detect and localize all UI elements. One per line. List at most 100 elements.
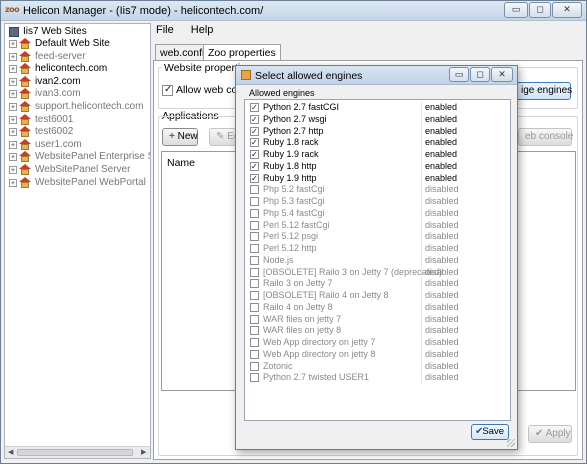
expand-icon[interactable]: + (9, 103, 17, 111)
engine-row[interactable]: Web App directory on jetty 7 disabled (245, 337, 510, 349)
engine-name: WAR files on jetty 7 (263, 313, 342, 324)
scrollbar-thumb[interactable] (17, 449, 133, 456)
engine-row[interactable]: Railo 4 on Jetty 8 disabled (245, 301, 510, 314)
engine-checkbox[interactable] (250, 373, 259, 383)
expand-icon[interactable]: + (9, 65, 17, 74)
engine-row[interactable]: Ruby 1.8 rack enabled (245, 137, 510, 149)
apply-button[interactable]: ✔ Apply (528, 425, 572, 443)
engine-row[interactable]: Perl 5.12 psgi disabled (245, 231, 510, 243)
engine-row[interactable]: WAR files on jetty 7 disabled (245, 313, 510, 326)
expand-icon[interactable]: + (9, 178, 17, 187)
scroll-right-icon[interactable]: ▶ (141, 447, 146, 458)
engine-name: Perl 5.12 http (263, 243, 317, 253)
engine-checkbox[interactable] (250, 149, 259, 160)
column-separator (421, 125, 422, 137)
engine-row[interactable]: [OBSOLETE] Railo 3 on Jetty 7 (deprecate… (245, 266, 510, 279)
engine-checkbox[interactable] (250, 173, 259, 184)
expand-icon[interactable]: + (9, 115, 17, 124)
engine-checkbox[interactable] (250, 255, 259, 265)
expand-icon[interactable]: + (9, 140, 17, 149)
dialog-close-button[interactable]: ✕ (491, 67, 513, 82)
engine-row[interactable]: Web App directory on jetty 8 disabled (245, 348, 510, 361)
engine-checkbox[interactable] (250, 208, 259, 218)
engine-checkbox[interactable] (250, 302, 259, 312)
engine-checkbox[interactable] (250, 114, 259, 125)
engine-row[interactable]: Python 2.7 http enabled (245, 125, 510, 138)
column-separator (421, 266, 422, 278)
expand-icon[interactable]: + (9, 153, 17, 162)
expand-icon[interactable]: + (9, 166, 17, 174)
engine-checkbox[interactable] (250, 161, 259, 172)
engine-row[interactable]: Ruby 1.9 rack enabled (245, 149, 510, 161)
maximize-button[interactable]: ◻ (529, 2, 551, 18)
manage-engines-button[interactable]: ige engines (514, 82, 572, 100)
tree-horizontal-scrollbar[interactable]: ◀ ▶ (5, 446, 150, 458)
tab-zoo-properties[interactable]: Zoo properties (203, 44, 281, 61)
engine-row[interactable]: Perl 5.12 fastCgi disabled (245, 219, 510, 232)
engine-checkbox[interactable] (250, 137, 259, 148)
menu-file[interactable]: File (156, 24, 174, 36)
engine-checkbox[interactable] (250, 349, 259, 359)
website-icon (19, 75, 31, 87)
engine-row[interactable]: Zotonic disabled (245, 360, 510, 373)
dialog-minimize-button[interactable]: ▭ (449, 67, 469, 82)
engine-row[interactable]: Python 2.7 fastCGI enabled (245, 102, 510, 114)
engine-checkbox[interactable] (250, 361, 259, 371)
engine-row[interactable]: Perl 5.12 http disabled (245, 243, 510, 255)
apply-label: Apply (545, 428, 571, 439)
engine-checkbox[interactable] (250, 197, 259, 206)
engine-row[interactable]: WAR files on jetty 8 disabled (245, 325, 510, 337)
edit-app-button[interactable]: ✎ Edi (209, 128, 242, 146)
expand-icon[interactable]: + (9, 52, 17, 61)
engine-checkbox[interactable] (250, 126, 259, 137)
allow-web-console-checkbox[interactable] (162, 84, 173, 96)
engine-checkbox[interactable] (250, 279, 259, 289)
name-column-header[interactable]: Name (167, 157, 195, 169)
engine-row[interactable]: Python 2.7 twisted USER1 disabled (245, 372, 510, 384)
expand-icon[interactable]: + (9, 40, 17, 48)
engine-status: enabled (425, 149, 458, 159)
engine-row[interactable]: Php 5.4 fastCgi disabled (245, 207, 510, 220)
web-console-button[interactable]: eb console (518, 128, 573, 146)
expand-icon[interactable]: + (9, 128, 17, 137)
minimize-button[interactable]: ▭ (504, 2, 528, 18)
engine-row[interactable]: Railo 3 on Jetty 7 disabled (245, 278, 510, 290)
engine-checkbox[interactable] (250, 267, 259, 277)
menu-help[interactable]: Help (191, 24, 214, 36)
engine-name: Perl 5.12 fastCgi (263, 219, 330, 230)
engine-name: Ruby 1.8 http (263, 160, 317, 171)
engine-checkbox[interactable] (250, 338, 259, 347)
engine-row[interactable]: [OBSOLETE] Railo 4 on Jetty 8 disabled (245, 290, 510, 302)
engine-checkbox[interactable] (250, 291, 259, 300)
engine-row[interactable]: Python 2.7 wsgi enabled (245, 113, 510, 126)
expand-icon[interactable]: + (9, 77, 17, 86)
column-separator (421, 325, 422, 337)
engine-status: disabled (425, 196, 459, 206)
expand-icon[interactable]: + (9, 90, 17, 99)
engine-checkbox[interactable] (250, 220, 259, 230)
engine-checkbox[interactable] (250, 244, 259, 253)
engine-checkbox[interactable] (250, 102, 259, 113)
engine-row[interactable]: Node.js disabled (245, 254, 510, 267)
dialog-app-icon (241, 70, 251, 80)
new-app-button[interactable]: + New (162, 128, 198, 146)
dialog-maximize-button[interactable]: ◻ (470, 67, 490, 82)
engine-row[interactable]: Php 5.3 fastCgi disabled (245, 196, 510, 208)
engine-row[interactable]: Php 5.2 fastCgi disabled (245, 184, 510, 196)
tree-item-label: WebSitePanel Server (35, 164, 131, 175)
engine-row[interactable]: Ruby 1.8 http enabled (245, 160, 510, 173)
engine-row[interactable]: Ruby 1.9 http enabled (245, 172, 510, 185)
engine-checkbox[interactable] (250, 314, 259, 324)
engine-checkbox[interactable] (250, 185, 259, 195)
scroll-left-icon[interactable]: ◀ (8, 447, 13, 458)
close-button[interactable]: ✕ (552, 2, 582, 18)
resize-grip[interactable] (507, 439, 515, 447)
website-icon (19, 113, 31, 125)
window-title: Helicon Manager - (Iis7 mode) - helicont… (23, 5, 264, 17)
engines-list[interactable]: Python 2.7 fastCGIenabledPython 2.7 wsgi… (244, 99, 511, 421)
site-tree[interactable]: Iis7 Web Sites + Default Web Site + feed-se… (4, 23, 151, 459)
save-button[interactable]: ✔ Save (471, 424, 509, 440)
engine-checkbox[interactable] (250, 232, 259, 242)
engine-name: Node.js (263, 254, 294, 265)
engine-checkbox[interactable] (250, 326, 259, 336)
